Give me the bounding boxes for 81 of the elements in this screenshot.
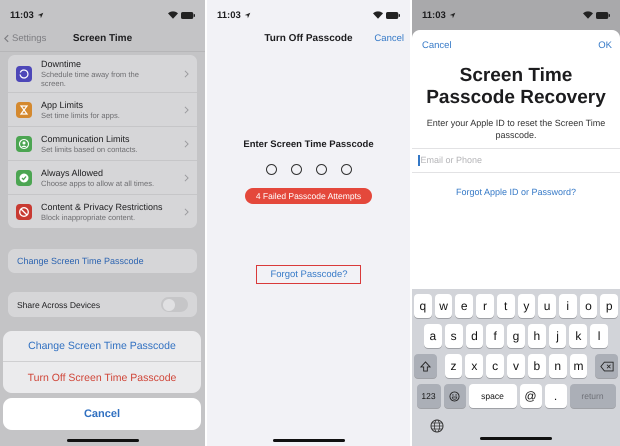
ok-button[interactable]: OK [598,40,612,51]
key[interactable]: g [507,324,525,348]
key[interactable]: l [590,324,608,348]
key[interactable]: f [486,324,504,348]
screen-title: Screen Time [72,32,132,44]
key[interactable]: p [600,294,618,318]
key[interactable]: a [424,324,442,348]
recovery-title: Screen Time Passcode Recovery [425,65,607,109]
failed-attempts-badge: 4 Failed Passcode Attempts [244,188,372,204]
smiley-icon [449,390,460,402]
status-time: 11:03 [10,10,34,20]
row-title: Content & Privacy Restrictions [41,202,164,212]
location-arrow-icon [36,12,44,18]
home-indicator [66,439,138,442]
emoji-key[interactable] [444,384,466,408]
cancel-button[interactable]: Cancel [3,398,201,430]
key[interactable]: s [444,324,463,348]
key[interactable]: j [548,324,566,348]
chevron-icon [184,70,189,78]
passcode-prompt: Enter Screen Time Passcode [243,139,374,150]
key[interactable]: d [466,324,484,348]
change-passcode-link[interactable]: Change Screen Time Passcode [8,249,197,273]
globe-icon[interactable] [430,419,444,433]
chevron-icon [184,174,189,182]
row-title: Downtime [41,59,82,69]
status-time: 11:03 [217,10,241,20]
key[interactable]: @ [520,384,542,408]
forgot-passcode-link[interactable]: Forgot Passcode? [256,265,361,284]
row-title: App Limits [41,100,84,110]
space-key[interactable]: space [468,384,516,408]
email-field[interactable]: Email or Phone [420,155,570,166]
share-toggle[interactable] [161,297,188,312]
cancel-button[interactable]: Cancel [422,40,452,51]
wifi-icon [168,11,178,19]
key[interactable]: u [538,294,556,318]
battery-icon [386,12,400,18]
key[interactable]: m [570,354,588,378]
action-sheet-button[interactable]: Turn Off Screen Time Passcode [3,362,201,393]
action-sheet-button[interactable]: Change Screen Time Passcode [3,331,201,362]
key[interactable]: o [580,294,598,318]
chevron-icon [184,106,189,114]
battery-icon [596,12,610,18]
numbers-key[interactable]: 123 [416,384,440,408]
shift-icon [420,360,431,372]
key[interactable]: k [569,324,588,348]
key[interactable]: w [434,294,452,318]
wifi-icon [583,11,593,19]
delete-key[interactable] [595,354,618,378]
home-indicator [272,439,344,442]
cancel-button[interactable]: Cancel [374,32,404,44]
key[interactable]: c [486,354,504,378]
back-chevron-icon [4,34,9,42]
key[interactable]: i [558,294,577,318]
share-label: Share Across Devices [17,300,100,310]
chevron-icon [184,208,189,216]
location-arrow-icon [448,12,456,18]
key[interactable]: y [518,294,536,318]
row-title: Communication Limits [41,134,131,144]
row-title: Always Allowed [41,168,104,178]
forgot-apple-id-link[interactable]: Forgot Apple ID or Password? [456,186,576,197]
location-arrow-icon [244,12,251,18]
key[interactable]: z [444,354,462,378]
key[interactable]: b [528,354,546,378]
key[interactable]: . [544,384,566,408]
key[interactable]: q [414,294,432,318]
key[interactable]: h [528,324,546,348]
screen-title: Turn Off Passcode [264,32,353,44]
wifi-icon [373,11,383,19]
chevron-icon [184,140,189,148]
delete-icon [600,360,614,372]
key[interactable]: n [548,354,567,378]
shift-key[interactable] [414,354,437,378]
key[interactable]: x [465,354,484,378]
key[interactable]: r [476,294,494,318]
recovery-instructions: Enter your Apple ID to reset the Screen Time passcode. [426,116,606,141]
key[interactable]: t [496,294,514,318]
home-indicator [480,437,552,440]
key[interactable]: e [455,294,474,318]
battery-icon [181,12,195,18]
status-time: 11:03 [422,10,446,20]
key[interactable]: v [507,354,525,378]
